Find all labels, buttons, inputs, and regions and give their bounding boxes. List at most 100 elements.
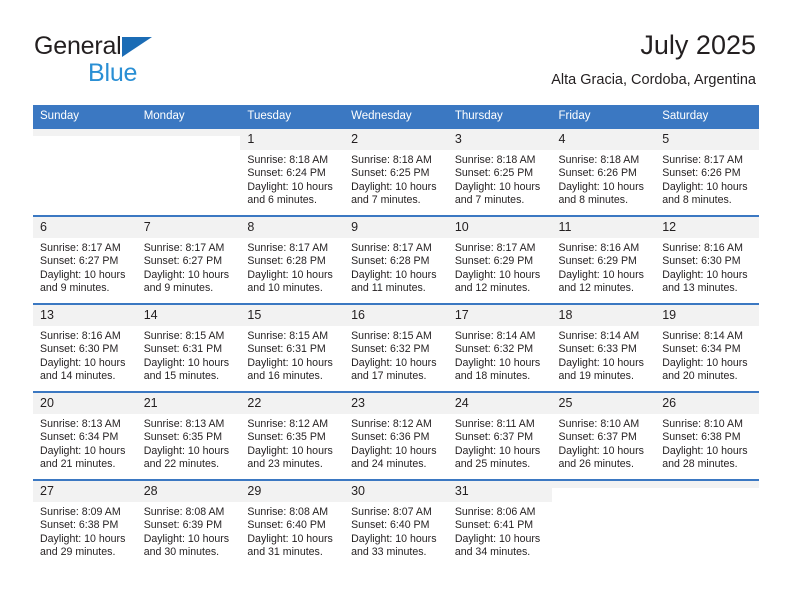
daylight-duration-line2: and 7 minutes. [454, 194, 525, 207]
daylight-duration-line1: Daylight: 10 hours [558, 268, 644, 281]
calendar-day-cell[interactable]: 8 Sunrise: 8:17 AM Sunset: 6:28 PM Daylight… [240, 215, 345, 304]
calendar-day-cell[interactable]: 31 Sunrise: 8:06 AM Sunset: 6:41 PM Dayligh… [447, 479, 552, 568]
sunset-time: Sunset: 6:27 PM [143, 255, 223, 268]
day-details: Sunrise: 8:15 AM Sunset: 6:31 PM Daylight:… [240, 326, 344, 384]
sunrise-time: Sunrise: 8:06 AM [454, 506, 536, 518]
sunset-time: Sunset: 6:32 PM [351, 343, 430, 356]
daylight-duration-line2: and 22 minutes. [143, 458, 220, 471]
sunset-time: Sunset: 6:34 PM [662, 343, 741, 356]
daylight-duration-line1: Daylight: 10 hours [247, 356, 333, 369]
day-details: Sunrise: 8:14 AM Sunset: 6:34 PM Daylight:… [655, 326, 759, 384]
sunrise-time: Sunrise: 8:18 AM [351, 154, 432, 166]
calendar-page: General Blue July 2025 Alta Gracia, Cord… [0, 0, 792, 612]
day-number [136, 129, 241, 136]
daylight-duration-line2: and 26 minutes. [558, 458, 634, 471]
calendar-day-cell[interactable]: 19 Sunrise: 8:14 AM Sunset: 6:34 PM Dayligh… [655, 303, 759, 392]
day-number: 1 [240, 129, 345, 150]
calendar-day-cell[interactable]: 11 Sunrise: 8:16 AM Sunset: 6:29 PM Dayligh… [551, 215, 656, 304]
daylight-duration-line2: and 20 minutes. [662, 370, 738, 383]
day-number: 25 [551, 393, 656, 414]
calendar-day-cell[interactable]: 24 Sunrise: 8:11 AM Sunset: 6:37 PM Dayligh… [447, 391, 552, 480]
sunrise-time: Sunrise: 8:10 AM [662, 418, 743, 430]
calendar-day-cell[interactable]: 5 Sunrise: 8:17 AM Sunset: 6:26 PM Daylight… [655, 127, 759, 216]
sunset-time: Sunset: 6:29 PM [558, 255, 637, 268]
weekday-header-sunday: Sunday [33, 105, 137, 128]
day-details: Sunrise: 8:17 AM Sunset: 6:28 PM Daylight:… [240, 238, 344, 296]
calendar-day-cell[interactable]: 2 Sunrise: 8:18 AM Sunset: 6:25 PM Daylight… [344, 127, 448, 216]
calendar-day-cell[interactable]: 26 Sunrise: 8:10 AM Sunset: 6:38 PM Dayligh… [655, 391, 759, 480]
title-block: July 2025 Alta Gracia, Cordoba, Argentin… [551, 28, 756, 91]
sunrise-time: Sunrise: 8:10 AM [558, 418, 640, 430]
sunrise-time: Sunrise: 8:18 AM [454, 154, 536, 166]
calendar-week-row: 13 Sunrise: 8:16 AM Sunset: 6:30 PM Dayligh… [33, 303, 759, 392]
sunset-time: Sunset: 6:37 PM [454, 431, 534, 444]
calendar-week-row: 20 Sunrise: 8:13 AM Sunset: 6:34 PM Dayligh… [33, 391, 759, 480]
calendar-day-cell[interactable]: 16 Sunrise: 8:15 AM Sunset: 6:32 PM Dayligh… [344, 303, 448, 392]
daylight-duration-line1: Daylight: 10 hours [662, 180, 748, 193]
daylight-duration-line2: and 33 minutes. [351, 546, 427, 559]
daylight-duration-line1: Daylight: 10 hours [454, 268, 541, 281]
calendar-day-cell[interactable]: 23 Sunrise: 8:12 AM Sunset: 6:36 PM Dayligh… [344, 391, 448, 480]
calendar-day-cell[interactable]: 30 Sunrise: 8:07 AM Sunset: 6:40 PM Dayligh… [344, 479, 448, 568]
day-number: 19 [655, 305, 759, 326]
calendar-day-cell[interactable]: 29 Sunrise: 8:08 AM Sunset: 6:40 PM Dayligh… [240, 479, 345, 568]
daylight-duration-line1: Daylight: 10 hours [558, 444, 644, 457]
daylight-duration-line1: Daylight: 10 hours [351, 180, 437, 193]
daylight-duration-line1: Daylight: 10 hours [247, 444, 333, 457]
day-details: Sunrise: 8:16 AM Sunset: 6:29 PM Daylight:… [552, 238, 656, 296]
day-number: 15 [240, 305, 345, 326]
day-details: Sunrise: 8:10 AM Sunset: 6:37 PM Daylight:… [552, 414, 656, 472]
day-details: Sunrise: 8:07 AM Sunset: 6:40 PM Daylight:… [344, 502, 448, 560]
day-details: Sunrise: 8:12 AM Sunset: 6:36 PM Daylight:… [344, 414, 448, 472]
daylight-duration-line2: and 18 minutes. [454, 370, 531, 383]
calendar-day-cell[interactable]: 21 Sunrise: 8:13 AM Sunset: 6:35 PM Dayligh… [136, 391, 241, 480]
calendar-day-cell-empty [551, 479, 656, 568]
day-details: Sunrise: 8:15 AM Sunset: 6:32 PM Daylight:… [344, 326, 448, 384]
daylight-duration-line2: and 16 minutes. [247, 370, 323, 383]
sunrise-time: Sunrise: 8:14 AM [454, 330, 536, 342]
daylight-duration-line2: and 9 minutes. [40, 282, 110, 295]
calendar-day-cell[interactable]: 15 Sunrise: 8:15 AM Sunset: 6:31 PM Dayligh… [240, 303, 345, 392]
calendar-day-cell[interactable]: 12 Sunrise: 8:16 AM Sunset: 6:30 PM Dayligh… [655, 215, 759, 304]
sunrise-time: Sunrise: 8:17 AM [143, 242, 225, 254]
sunset-time: Sunset: 6:40 PM [247, 519, 326, 532]
daylight-duration-line2: and 17 minutes. [351, 370, 427, 383]
calendar-day-cell[interactable]: 9 Sunrise: 8:17 AM Sunset: 6:28 PM Daylight… [344, 215, 448, 304]
calendar-day-cell[interactable]: 7 Sunrise: 8:17 AM Sunset: 6:27 PM Daylight… [136, 215, 241, 304]
calendar-day-cell[interactable]: 27 Sunrise: 8:09 AM Sunset: 6:38 PM Dayligh… [33, 479, 137, 568]
weekday-header-monday: Monday [136, 105, 241, 128]
day-number: 10 [447, 217, 552, 238]
calendar-day-cell[interactable]: 17 Sunrise: 8:14 AM Sunset: 6:32 PM Dayligh… [447, 303, 552, 392]
general-blue-logo[interactable]: General Blue [34, 34, 234, 94]
daylight-duration-line1: Daylight: 10 hours [40, 356, 126, 369]
calendar-day-cell[interactable]: 3 Sunrise: 8:18 AM Sunset: 6:25 PM Daylight… [447, 127, 552, 216]
calendar-day-cell[interactable]: 28 Sunrise: 8:08 AM Sunset: 6:39 PM Dayligh… [136, 479, 241, 568]
day-number: 23 [344, 393, 448, 414]
sunset-time: Sunset: 6:31 PM [247, 343, 326, 356]
day-details: Sunrise: 8:08 AM Sunset: 6:40 PM Daylight:… [240, 502, 344, 560]
day-details: Sunrise: 8:17 AM Sunset: 6:27 PM Daylight:… [33, 238, 137, 296]
day-details: Sunrise: 8:08 AM Sunset: 6:39 PM Daylight:… [137, 502, 241, 560]
calendar-day-cell[interactable]: 10 Sunrise: 8:17 AM Sunset: 6:29 PM Dayligh… [447, 215, 552, 304]
day-number: 31 [447, 481, 552, 502]
calendar-day-cell[interactable]: 22 Sunrise: 8:12 AM Sunset: 6:35 PM Dayligh… [240, 391, 345, 480]
calendar-day-cell[interactable]: 25 Sunrise: 8:10 AM Sunset: 6:37 PM Dayligh… [551, 391, 656, 480]
calendar-day-cell[interactable]: 13 Sunrise: 8:16 AM Sunset: 6:30 PM Dayligh… [33, 303, 137, 392]
calendar-day-cell[interactable]: 1 Sunrise: 8:18 AM Sunset: 6:24 PM Daylight… [240, 127, 345, 216]
calendar-day-cell[interactable]: 14 Sunrise: 8:15 AM Sunset: 6:31 PM Dayligh… [136, 303, 241, 392]
calendar-day-cell[interactable]: 6 Sunrise: 8:17 AM Sunset: 6:27 PM Daylight… [33, 215, 137, 304]
sunrise-time: Sunrise: 8:09 AM [40, 506, 121, 518]
daylight-duration-line2: and 21 minutes. [40, 458, 116, 471]
day-number: 17 [447, 305, 552, 326]
daylight-duration-line1: Daylight: 10 hours [454, 180, 541, 193]
calendar-day-cell[interactable]: 18 Sunrise: 8:14 AM Sunset: 6:33 PM Dayligh… [551, 303, 656, 392]
sunrise-time: Sunrise: 8:18 AM [558, 154, 640, 166]
daylight-duration-line1: Daylight: 10 hours [662, 444, 748, 457]
sunset-time: Sunset: 6:33 PM [558, 343, 637, 356]
daylight-duration-line1: Daylight: 10 hours [454, 356, 541, 369]
day-details: Sunrise: 8:13 AM Sunset: 6:35 PM Daylight:… [137, 414, 241, 472]
daylight-duration-line2: and 8 minutes. [662, 194, 732, 207]
sunrise-time: Sunrise: 8:18 AM [247, 154, 329, 166]
calendar-day-cell[interactable]: 20 Sunrise: 8:13 AM Sunset: 6:34 PM Dayligh… [33, 391, 137, 480]
calendar-day-cell[interactable]: 4 Sunrise: 8:18 AM Sunset: 6:26 PM Daylight… [551, 127, 656, 216]
